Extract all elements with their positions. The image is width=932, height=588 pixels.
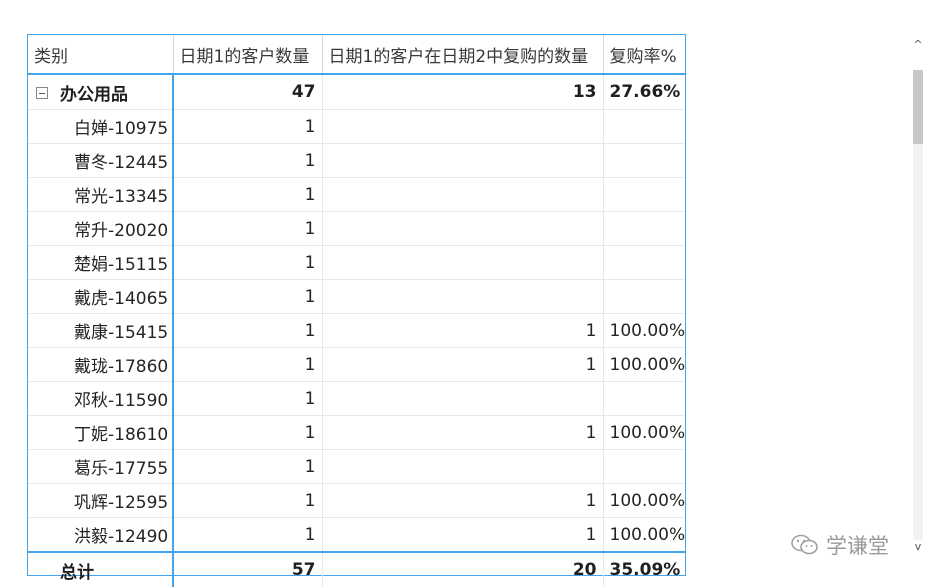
- row-name: 葛乐-17755: [28, 449, 174, 484]
- row-name: 戴珑-17860: [28, 347, 174, 382]
- group-label-cell: 办公用品: [28, 73, 174, 110]
- table-row: 戴康-15415 1 1 100.00%: [28, 313, 685, 348]
- total-row: 总计 57 20 35.09%: [28, 551, 685, 587]
- row-repurchase: 1: [322, 347, 604, 382]
- group-count: 47: [173, 73, 323, 110]
- header-customer-count[interactable]: 日期1的客户数量: [173, 35, 323, 74]
- row-count: 1: [173, 347, 323, 382]
- row-repurchase: [322, 109, 604, 144]
- scroll-down-icon[interactable]: v: [911, 540, 925, 554]
- row-repurchase: 1: [322, 313, 604, 348]
- watermark-text: 学谦堂: [826, 534, 889, 558]
- header-repurchase-count[interactable]: 日期1的客户在日期2中复购的数量: [322, 35, 604, 74]
- row-count: 1: [173, 415, 323, 450]
- row-rate: [603, 211, 685, 246]
- row-name: 楚娟-15115: [28, 245, 174, 280]
- row-name: 常光-13345: [28, 177, 174, 212]
- row-repurchase: [322, 449, 604, 484]
- row-count: 1: [173, 313, 323, 348]
- scroll-track[interactable]: [913, 70, 923, 540]
- row-count: 1: [173, 381, 323, 416]
- table-row: 曹冬-12445 1: [28, 143, 685, 178]
- wechat-icon: [791, 534, 818, 555]
- vertical-scrollbar[interactable]: ^ v: [911, 34, 925, 574]
- row-count: 1: [173, 211, 323, 246]
- total-rate: 35.09%: [603, 551, 685, 587]
- row-name: 丁妮-18610: [28, 415, 174, 450]
- row-count: 1: [173, 279, 323, 314]
- row-repurchase: [322, 143, 604, 178]
- row-count: 1: [173, 483, 323, 518]
- row-rate: [603, 279, 685, 314]
- row-repurchase: [322, 211, 604, 246]
- group-row: 办公用品 47 13 27.66%: [28, 73, 685, 110]
- row-count: 1: [173, 177, 323, 212]
- group-label: 办公用品: [60, 84, 128, 105]
- table-row: 巩辉-12595 1 1 100.00%: [28, 483, 685, 518]
- row-name: 戴康-15415: [28, 313, 174, 348]
- row-count: 1: [173, 143, 323, 178]
- matrix-table: 类别 日期1的客户数量 日期1的客户在日期2中复购的数量 复购率% 办公用品 4…: [27, 34, 686, 587]
- row-repurchase: 1: [322, 517, 604, 553]
- collapse-icon[interactable]: [36, 86, 48, 99]
- row-repurchase: 1: [322, 415, 604, 450]
- row-rate: [603, 245, 685, 280]
- row-repurchase: [322, 279, 604, 314]
- row-name: 常升-20020: [28, 211, 174, 246]
- table-row: 丁妮-18610 1 1 100.00%: [28, 415, 685, 450]
- row-rate: [603, 449, 685, 484]
- row-rate: 100.00%: [603, 313, 685, 348]
- row-name: 戴虎-14065: [28, 279, 174, 314]
- group-repurchase: 13: [322, 73, 604, 110]
- row-name: 洪毅-12490: [28, 517, 174, 553]
- row-rate: 100.00%: [603, 415, 685, 450]
- row-repurchase: 1: [322, 483, 604, 518]
- row-rate: [603, 109, 685, 144]
- table-row: 邓秋-11590 1: [28, 381, 685, 416]
- row-rate: 100.00%: [603, 483, 685, 518]
- table-row: 戴虎-14065 1: [28, 279, 685, 314]
- row-count: 1: [173, 245, 323, 280]
- table-row: 楚娟-15115 1: [28, 245, 685, 280]
- row-name: 曹冬-12445: [28, 143, 174, 178]
- table-row: 常升-20020 1: [28, 211, 685, 246]
- table-row: 戴珑-17860 1 1 100.00%: [28, 347, 685, 382]
- row-count: 1: [173, 109, 323, 144]
- row-rate: [603, 143, 685, 178]
- table-row: 葛乐-17755 1: [28, 449, 685, 484]
- row-count: 1: [173, 517, 323, 553]
- row-rate: 100.00%: [603, 347, 685, 382]
- total-count: 57: [173, 551, 323, 587]
- group-rate: 27.66%: [603, 73, 685, 110]
- row-name: 白婵-10975: [28, 109, 174, 144]
- total-label: 总计: [28, 551, 174, 587]
- total-repurchase: 20: [322, 551, 604, 587]
- row-repurchase: [322, 381, 604, 416]
- row-name: 邓秋-11590: [28, 381, 174, 416]
- header-category[interactable]: 类别: [28, 35, 174, 74]
- scroll-up-icon[interactable]: ^: [911, 38, 925, 52]
- row-repurchase: [322, 177, 604, 212]
- row-rate: 100.00%: [603, 517, 685, 553]
- table-row: 洪毅-12490 1 1 100.00%: [28, 517, 685, 553]
- row-name: 巩辉-12595: [28, 483, 174, 518]
- table-row: 常光-13345 1: [28, 177, 685, 212]
- scroll-thumb[interactable]: [913, 70, 923, 144]
- row-rate: [603, 177, 685, 212]
- row-repurchase: [322, 245, 604, 280]
- header-repurchase-rate[interactable]: 复购率%: [603, 35, 685, 74]
- row-rate: [603, 381, 685, 416]
- table-row: 白婵-10975 1: [28, 109, 685, 144]
- watermark: 学谦堂: [790, 530, 889, 560]
- row-count: 1: [173, 449, 323, 484]
